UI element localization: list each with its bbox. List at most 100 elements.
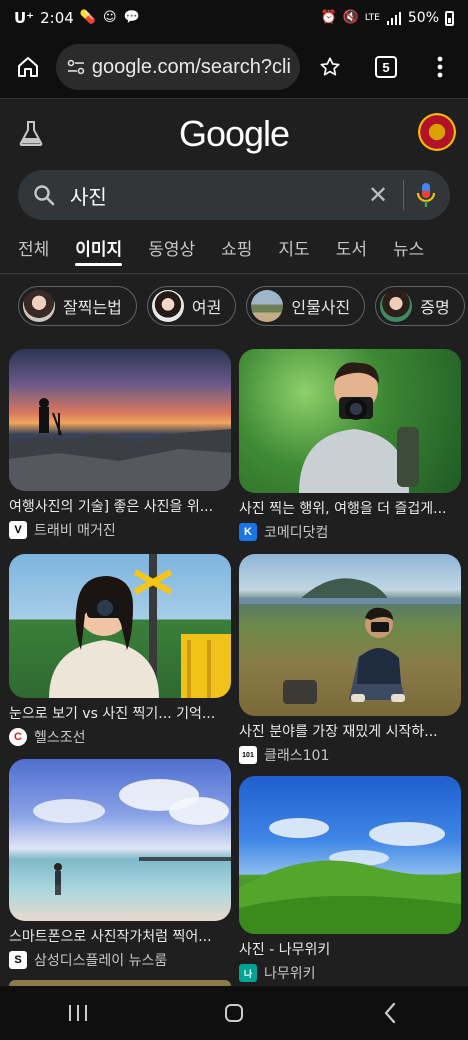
carrier-label: U⁺ [14,9,35,27]
travie-favicon: V [9,521,27,539]
battery-icon [445,10,454,26]
search-input[interactable]: 사진 [70,181,363,210]
chat-icon: 💬 [123,10,140,25]
chip-thumbnail [151,290,184,322]
samsung-display-favicon: S [9,951,27,969]
result-title[interactable]: 눈으로 보기 vs 사진 찍기... 기억... [9,703,231,723]
green-hill-illustration [239,818,461,934]
image-result[interactable]: 사진 - 나무위키 나 나무위키 [239,776,461,983]
more-vert-icon [437,56,443,78]
result-title[interactable]: 사진 분야를 가장 재밌게 시작하... [239,721,461,741]
result-title[interactable]: 스마트폰으로 사진작가처럼 찍어... [9,926,231,946]
result-image-beach-clouds[interactable] [9,759,231,921]
tab-news[interactable]: 뉴스 [393,226,424,273]
kormedi-favicon: K [239,523,257,541]
clear-icon[interactable]: ✕ [363,181,393,209]
home-square-icon [225,1004,243,1022]
tab-videos[interactable]: 동영상 [148,226,195,273]
google-header: Google [0,98,468,170]
refinement-chips: 잘찍는법 여권 인물사진 증명 [18,286,468,328]
result-title[interactable]: 사진 - 나무위키 [239,939,461,959]
back-chevron-icon [384,1002,396,1024]
result-image-man-sitting-jeju[interactable] [239,554,461,716]
chip-thumbnail [23,290,55,322]
chip-label: 잘찍는법 [63,298,122,317]
source-label: 코메디닷컴 [264,525,329,541]
home-icon [18,57,38,77]
source-label: 트래비 매거진 [34,523,116,539]
recents-button[interactable] [48,993,108,1033]
source-label: 헬스조선 [34,730,86,746]
back-button[interactable] [360,993,420,1033]
search-tabs: 전체 이미지 동영상 쇼핑 지도 도서 뉴스 [0,226,468,274]
alarm-icon: ⏰ [320,10,338,25]
result-title[interactable]: 사진 찍는 행위, 여행을 더 즐겁게... [239,498,461,518]
beach-illustration [33,779,231,895]
result-source[interactable]: S 삼성디스플레이 뉴스룸 [9,950,231,970]
chip-id-photo[interactable]: 증명 [375,286,465,326]
chip-how-to-shoot[interactable]: 잘찍는법 [18,286,137,326]
chip-label: 인물사진 [291,298,351,317]
chip-passport[interactable]: 여권 [146,286,237,326]
home-nav-button[interactable] [204,993,264,1033]
result-title[interactable]: 여행사진의 기술] 좋은 사진을 위... [9,496,231,516]
tab-count: 5 [375,56,397,78]
namuwiki-favicon: 나 [239,964,257,982]
browser-toolbar: google.com/search?cli 5 [0,36,468,98]
site-settings-icon[interactable] [66,57,86,77]
address-bar[interactable]: google.com/search?cli [56,44,300,90]
bookmark-button[interactable] [310,47,350,87]
tab-books[interactable]: 도서 [336,226,367,273]
home-button[interactable] [8,47,48,87]
mic-icon[interactable] [416,181,436,209]
system-nav-bar [0,986,468,1040]
result-image-photographer-green[interactable] [239,349,461,493]
search-divider [403,180,404,210]
result-source[interactable]: 나 나무위키 [239,963,461,983]
image-result[interactable]: 사진 찍는 행위, 여행을 더 즐겁게... K 코메디닷컴 [239,349,461,542]
result-image-bliss-hill[interactable] [239,776,461,934]
tab-maps[interactable]: 지도 [278,226,309,273]
status-bar: U⁺ 2:04 💊 ☺ 💬 ⏰ 🔇 LTE 50% [0,0,468,36]
time-label: 2:04 [40,9,74,27]
recents-icon [69,1005,87,1021]
woman-camera-illustration [49,554,231,698]
result-source[interactable]: 101 클래스101 [239,745,461,765]
image-result[interactable]: 여행사진의 기술] 좋은 사진을 위... V 트래비 매거진 [9,349,231,540]
google-logo[interactable]: Google [0,113,468,155]
chip-portrait[interactable]: 인물사진 [246,286,366,326]
result-image-sunset-coast[interactable] [9,349,231,491]
result-source[interactable]: C 헬스조선 [9,727,231,747]
result-image-woman-camera[interactable] [9,554,231,698]
battery-percent: 50% [407,10,439,26]
man-sitting-illustration [239,578,461,704]
image-result[interactable]: 사진 분야를 가장 재밌게 시작하... 101 클래스101 [239,554,461,765]
signal-icon [386,12,401,25]
source-label: 클래스101 [264,748,330,764]
image-result[interactable]: 스마트폰으로 사진작가처럼 찍어... S 삼성디스플레이 뉴스룸 [9,759,231,970]
health-chosun-favicon: C [9,728,27,746]
tab-shopping[interactable]: 쇼핑 [221,226,252,273]
url-text: google.com/search?cli [91,55,290,78]
sunset-coast-illustration [9,398,231,491]
source-label: 삼성디스플레이 뉴스룸 [34,953,168,969]
search-box[interactable]: 사진 ✕ [18,170,450,220]
menu-button[interactable] [420,47,460,87]
class101-favicon: 101 [239,746,257,764]
app-notification-icon: ☺ [103,10,117,25]
mute-icon: 🔇 [342,10,360,25]
result-source[interactable]: K 코메디닷컴 [239,522,461,542]
account-avatar[interactable] [418,113,456,151]
source-label: 나무위키 [264,966,316,982]
tab-all[interactable]: 전체 [18,226,49,273]
network-label: LTE [364,13,380,23]
image-result[interactable]: 눈으로 보기 vs 사진 찍기... 기억... C 헬스조선 [9,554,231,747]
chip-label: 여권 [191,298,222,317]
star-icon [320,57,340,76]
pill-icon: 💊 [79,10,96,25]
photographer-illustration [299,362,419,493]
result-source[interactable]: V 트래비 매거진 [9,520,231,540]
tab-switcher-button[interactable]: 5 [366,47,406,87]
tab-images[interactable]: 이미지 [75,226,122,273]
chip-thumbnail [380,290,413,322]
